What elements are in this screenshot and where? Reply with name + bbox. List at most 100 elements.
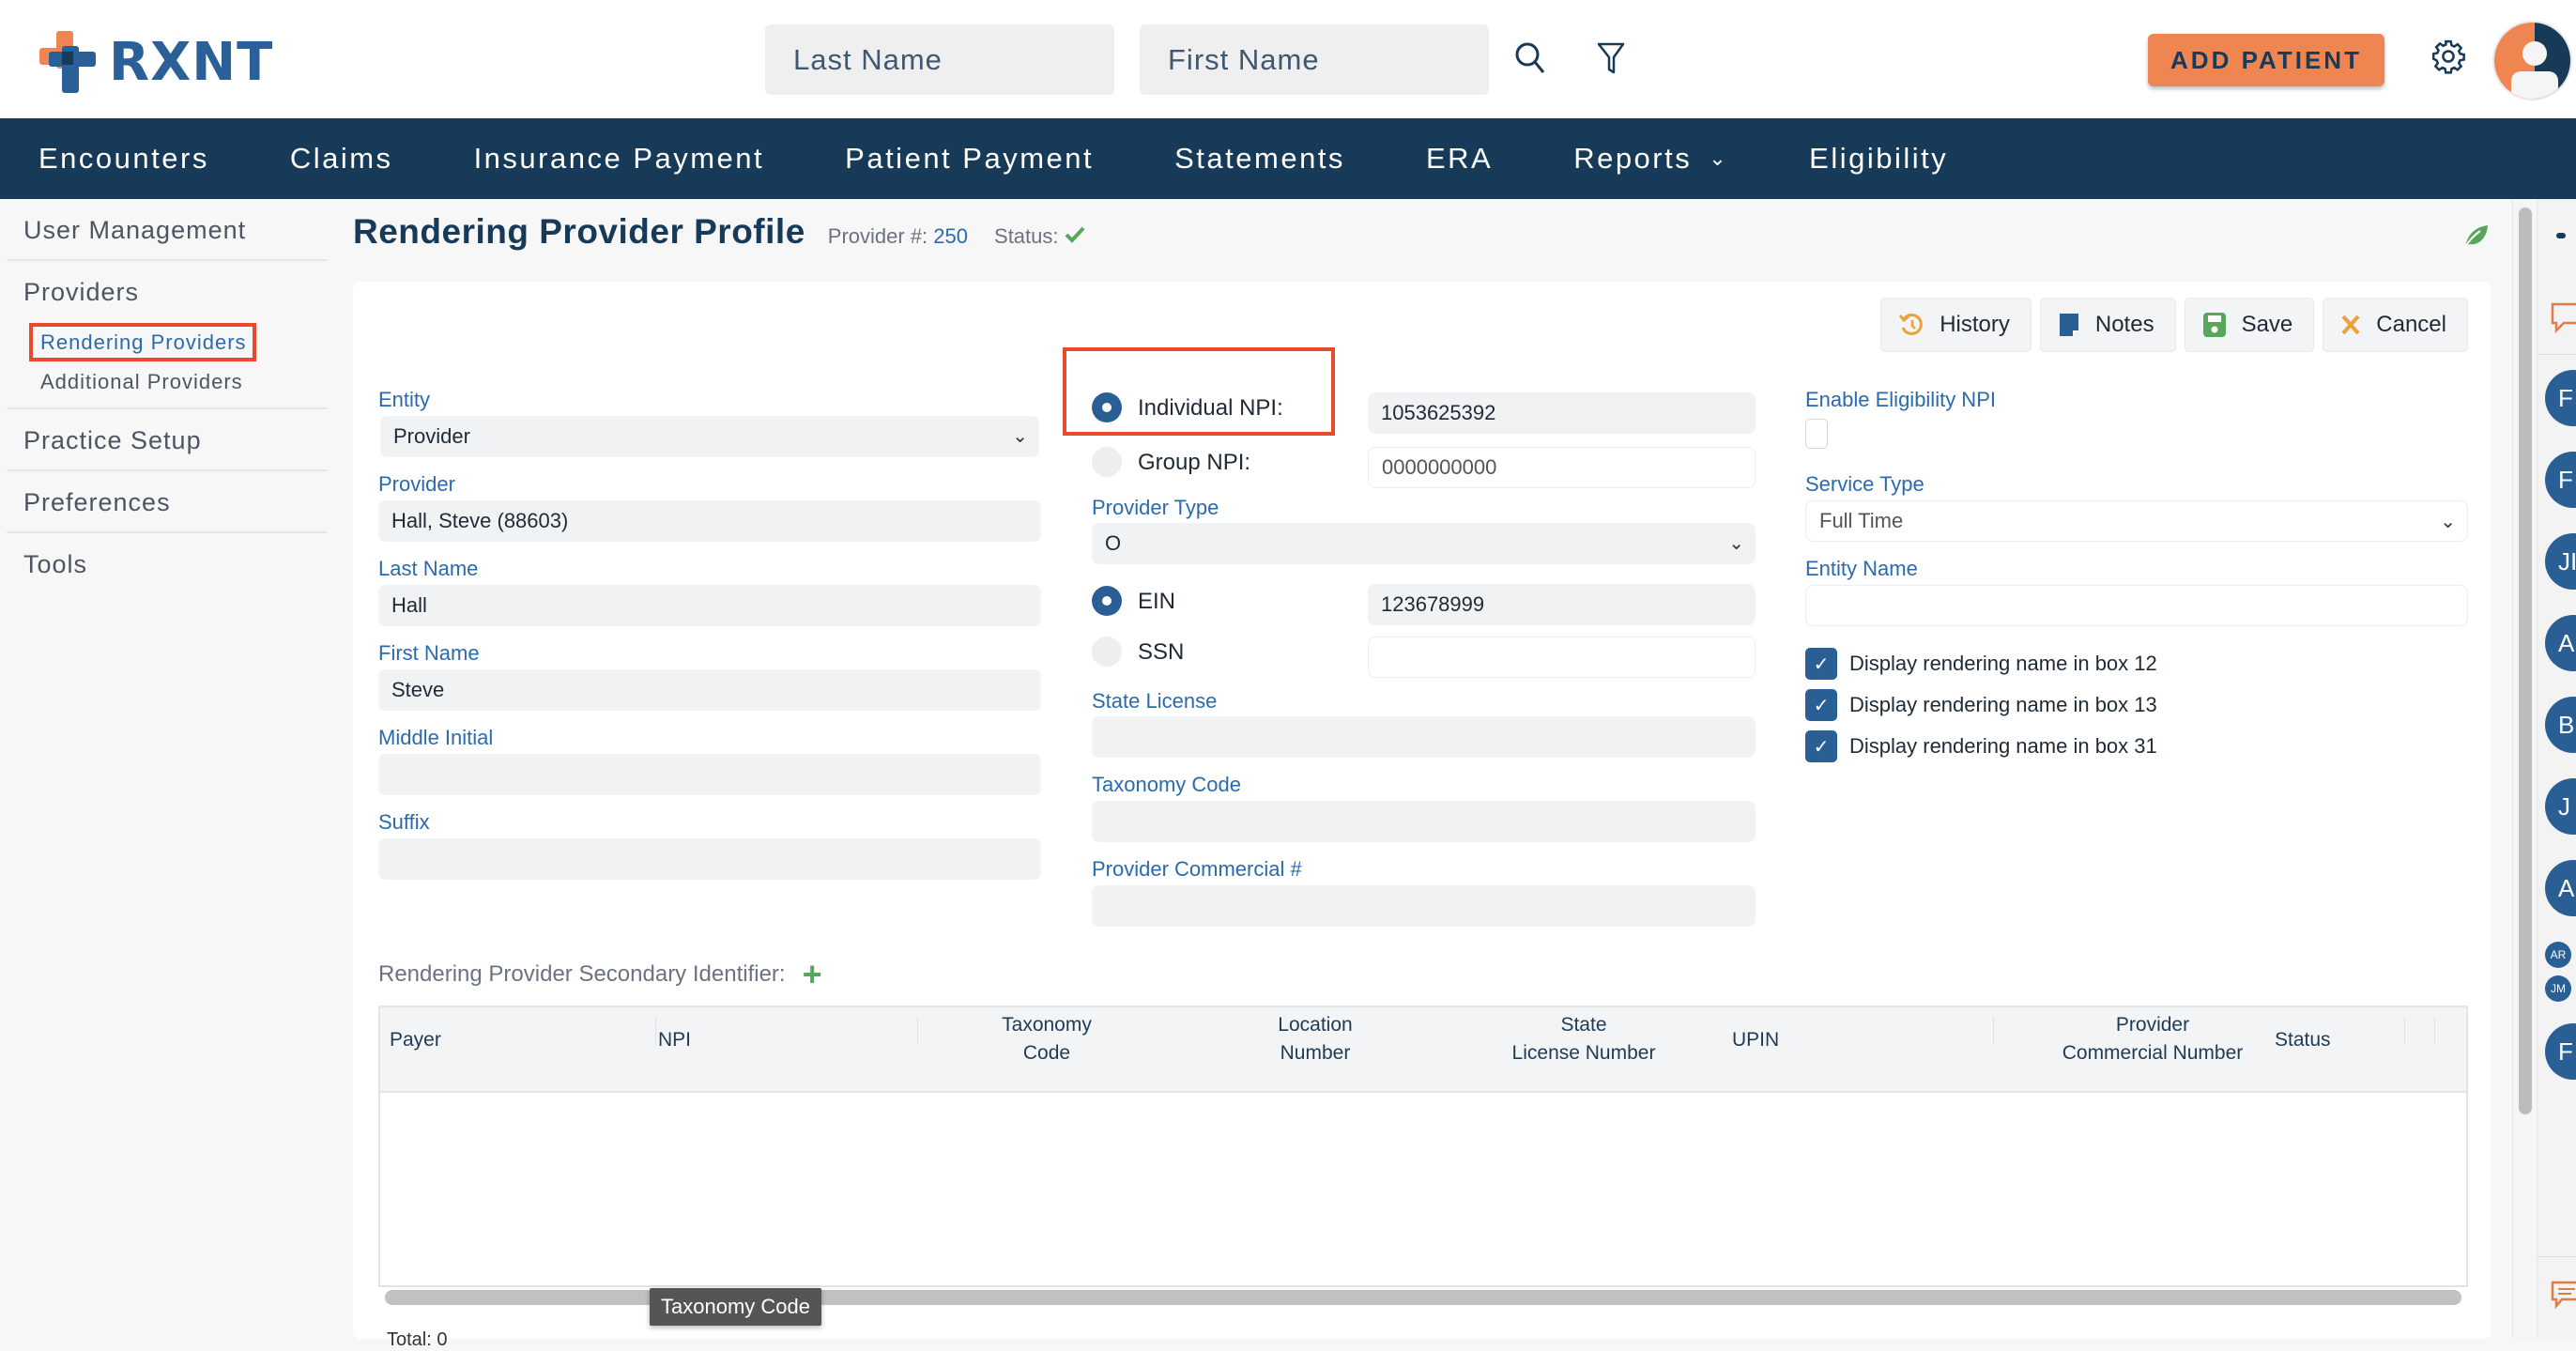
entity-select[interactable]: Provider ⌄	[380, 416, 1039, 457]
nav-label: Claims	[289, 142, 393, 175]
sidebar-item-preferences[interactable]: Preferences	[7, 471, 328, 533]
leaf-icon[interactable]	[2461, 223, 2490, 254]
ein-field[interactable]: 123678999	[1368, 584, 1756, 625]
ssn-radio[interactable]	[1092, 637, 1122, 667]
column-header-status[interactable]: Status	[2275, 1026, 2331, 1054]
provider-type-select[interactable]: O ⌄	[1092, 523, 1756, 564]
individual-npi-radio[interactable]	[1092, 392, 1122, 422]
notes-button[interactable]: Notes	[2039, 298, 2176, 352]
sidebar-item-rendering-providers[interactable]: Rendering Providers	[7, 323, 328, 362]
message-icon[interactable]	[2551, 1281, 2576, 1309]
state-license-field[interactable]	[1092, 716, 1756, 758]
user-avatar[interactable]	[2492, 21, 2572, 100]
tooltip: Taxonomy Code	[650, 1288, 821, 1326]
rail-avatar[interactable]: F	[2545, 1023, 2576, 1080]
nav-label: Statements	[1174, 142, 1345, 175]
taxonomy-code-field[interactable]	[1092, 801, 1756, 842]
rail-avatar[interactable]: AR	[2545, 942, 2571, 968]
save-button[interactable]: Save	[2184, 298, 2315, 352]
rail-avatar[interactable]: A	[2545, 615, 2576, 671]
nav-eligibility[interactable]: Eligibility	[1809, 142, 1948, 176]
history-icon	[1899, 313, 1924, 335]
search-icon[interactable]	[1510, 38, 1551, 79]
suffix-field[interactable]	[378, 838, 1041, 880]
last-name-search-input[interactable]	[765, 24, 1114, 95]
history-button[interactable]: History	[1880, 298, 2032, 352]
sidebar-item-additional-providers[interactable]: Additional Providers	[7, 362, 328, 402]
column-header-provider-commercial-number[interactable]: Provider Commercial Number	[2021, 1011, 2284, 1067]
column-header-state-license-number[interactable]: State License Number	[1480, 1011, 1687, 1067]
cancel-button[interactable]: Cancel	[2323, 298, 2468, 352]
rxnt-logo[interactable]: RXNT	[39, 28, 273, 96]
sidebar-item-tools[interactable]: Tools	[7, 533, 328, 595]
provider-type-label: Provider Type	[1092, 496, 1219, 519]
table-header: Payer NPI Taxonomy Code Location Number …	[380, 1007, 2466, 1093]
rail-avatar[interactable]: A	[2545, 860, 2576, 916]
column-header-taxonomy-code[interactable]: Taxonomy Code	[943, 1011, 1150, 1067]
provider-number-label: Provider #:	[827, 224, 928, 248]
filter-icon[interactable]	[1590, 38, 1632, 79]
secondary-identifier-label: Rendering Provider Secondary Identifier:	[378, 961, 786, 987]
first-name-field[interactable]: Steve	[378, 669, 1041, 711]
ein-radio[interactable]	[1092, 586, 1122, 616]
display-box-12-label: Display rendering name in box 12	[1849, 652, 2157, 675]
individual-npi-field[interactable]: 1053625392	[1368, 392, 1756, 434]
rail-avatar[interactable]: J	[2545, 778, 2576, 835]
nav-patient-payment[interactable]: Patient Payment	[845, 142, 1094, 176]
taxonomy-code-label: Taxonomy Code	[1092, 773, 1241, 796]
display-box-13-checkbox[interactable]: ✓	[1805, 689, 1837, 721]
total-count: Total: 0	[387, 1329, 448, 1350]
column-header-location-number[interactable]: Location Number	[1212, 1011, 1418, 1067]
nav-encounters[interactable]: Encounters	[38, 142, 209, 176]
save-icon	[2202, 313, 2226, 337]
nav-label: Patient Payment	[845, 142, 1095, 175]
chat-icon[interactable]	[2551, 302, 2576, 334]
service-type-select[interactable]: Full Time ⌄	[1805, 500, 2468, 542]
provider-field[interactable]: Hall, Steve (88603)	[378, 500, 1041, 542]
middle-initial-field[interactable]	[378, 754, 1041, 795]
sidebar-item-practice-setup[interactable]: Practice Setup	[7, 409, 328, 471]
nav-claims[interactable]: Claims	[290, 142, 393, 176]
gear-icon[interactable]	[2430, 36, 2467, 77]
last-name-field[interactable]: Hall	[378, 585, 1041, 626]
vertical-scrollbar[interactable]	[2519, 207, 2532, 1114]
entity-name-label: Entity Name	[1805, 557, 1918, 580]
notes-icon	[2059, 314, 2078, 336]
rail-avatar[interactable]: JM	[2545, 975, 2571, 1002]
entity-name-field[interactable]	[1805, 585, 2468, 626]
service-type-label: Service Type	[1805, 472, 1924, 496]
brand-name: RXNT	[109, 31, 274, 93]
column-header-npi[interactable]: NPI	[658, 1026, 691, 1054]
rail-avatar[interactable]: F	[2545, 452, 2576, 508]
sidebar-item-providers[interactable]: Providers	[7, 261, 328, 323]
display-box-31-checkbox[interactable]: ✓	[1805, 730, 1837, 762]
nav-insurance-payment[interactable]: Insurance Payment	[474, 142, 765, 176]
enable-eligibility-npi-checkbox[interactable]	[1805, 419, 1828, 449]
ssn-field[interactable]	[1368, 637, 1756, 678]
rail-avatar[interactable]: B	[2545, 697, 2576, 753]
collapse-icon[interactable]	[2556, 233, 2566, 238]
check-icon: ✓	[1813, 653, 1830, 675]
nav-label: Eligibility	[1809, 142, 1949, 175]
nav-label: Insurance Payment	[473, 142, 765, 175]
column-header-upin[interactable]: UPIN	[1732, 1026, 1779, 1054]
add-icon[interactable]: +	[803, 958, 822, 991]
nav-era[interactable]: ERA	[1426, 142, 1493, 176]
secondary-identifier-title: Rendering Provider Secondary Identifier:…	[378, 958, 822, 991]
nav-statements[interactable]: Statements	[1174, 142, 1345, 176]
column-header-payer[interactable]: Payer	[390, 1026, 441, 1054]
chevron-down-icon: ⌄	[2440, 512, 2456, 532]
nav-reports[interactable]: Reports ⌄	[1573, 142, 1728, 176]
provider-commercial-field[interactable]	[1092, 885, 1756, 927]
status-check-icon	[1065, 226, 1085, 243]
cancel-label: Cancel	[2376, 312, 2446, 337]
secondary-identifier-table: Payer NPI Taxonomy Code Location Number …	[378, 1006, 2468, 1287]
display-box-12-checkbox[interactable]: ✓	[1805, 648, 1837, 680]
add-patient-button[interactable]: ADD PATIENT	[2148, 34, 2384, 86]
first-name-search-input[interactable]	[1140, 24, 1489, 95]
rail-avatar[interactable]: JI	[2545, 533, 2576, 590]
rail-avatar[interactable]: F	[2545, 370, 2576, 426]
group-npi-radio[interactable]	[1092, 447, 1122, 477]
group-npi-field[interactable]: 0000000000	[1368, 447, 1756, 488]
sidebar-item-user-management[interactable]: User Management	[7, 199, 328, 261]
